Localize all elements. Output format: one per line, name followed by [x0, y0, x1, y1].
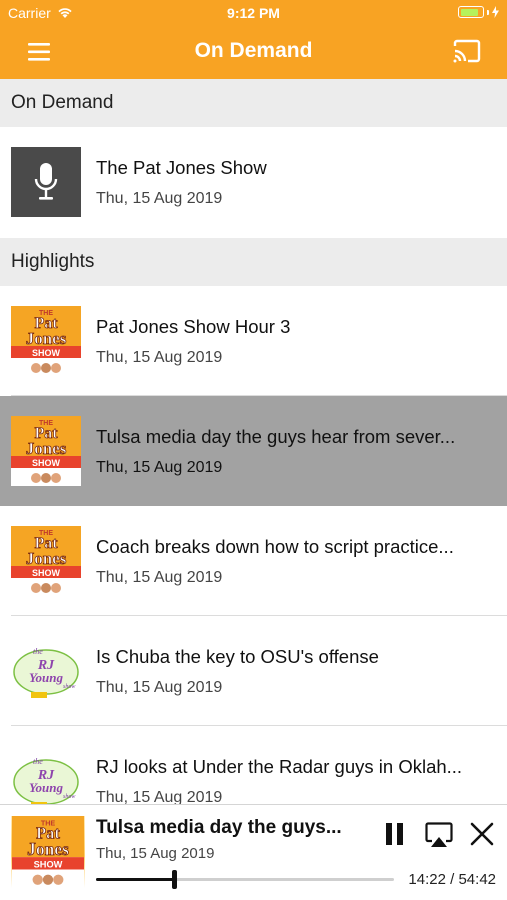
mini-player[interactable]: THE Pat Jones SHOW Tulsa media day the guys… — [0, 804, 507, 900]
svg-text:SHOW: SHOW — [32, 348, 61, 358]
cast-icon — [453, 39, 481, 63]
svg-text:Jones: Jones — [26, 549, 67, 568]
player-time: 14:22 / 54:42 — [408, 871, 496, 888]
pat-jones-show-thumbnail: THE Pat Jones SHOW — [11, 416, 81, 486]
item-title: Coach breaks down how to script practice… — [96, 536, 454, 557]
battery-icon — [458, 6, 499, 18]
progress-handle[interactable] — [172, 870, 178, 889]
cast-button[interactable] — [451, 38, 483, 66]
battery-fill — [460, 8, 479, 16]
progress-slider[interactable] — [96, 870, 394, 889]
close-icon — [470, 822, 494, 846]
svg-text:Young: Young — [29, 780, 63, 795]
svg-text:show: show — [63, 794, 75, 800]
item-title: Pat Jones Show Hour 3 — [96, 316, 291, 337]
status-bar: Carrier 9:12 PM — [0, 0, 507, 26]
pause-button[interactable] — [383, 821, 407, 847]
section-title: Highlights — [11, 251, 95, 272]
section-title: On Demand — [11, 92, 114, 113]
player-date: Thu, 15 Aug 2019 — [96, 845, 215, 862]
section-header-on-demand: On Demand — [0, 79, 507, 127]
rj-young-show-thumbnail: the RJ Young show — [11, 636, 81, 706]
charging-bolt-icon — [492, 6, 499, 18]
svg-text:Jones: Jones — [27, 839, 69, 859]
svg-text:SHOW: SHOW — [32, 568, 61, 578]
airplay-icon — [425, 822, 453, 847]
section-header-highlights: Highlights — [0, 238, 507, 286]
svg-text:SHOW: SHOW — [32, 458, 61, 468]
player-title: Tulsa media day the guys... — [96, 817, 342, 838]
microphone-icon — [34, 163, 58, 200]
item-title: RJ looks at Under the Radar guys in Okla… — [96, 756, 463, 777]
navigation-bar: On Demand — [0, 26, 507, 79]
item-date: Thu, 15 Aug 2019 — [96, 349, 223, 366]
list-item[interactable]: The Pat Jones Show Thu, 15 Aug 2019 — [0, 127, 507, 238]
close-player-button[interactable] — [470, 822, 494, 846]
status-time: 9:12 PM — [227, 5, 280, 21]
item-title: Is Chuba the key to OSU's offense — [96, 646, 379, 667]
item-date: Thu, 15 Aug 2019 — [96, 679, 223, 696]
item-title: The Pat Jones Show — [96, 157, 267, 178]
svg-text:Young: Young — [29, 670, 63, 685]
pat-jones-show-thumbnail: THE Pat Jones SHOW — [11, 306, 81, 376]
airplay-button[interactable] — [424, 821, 454, 849]
progress-fill — [96, 878, 175, 881]
svg-text:the: the — [33, 647, 43, 656]
svg-text:SHOW: SHOW — [34, 859, 63, 869]
item-date: Thu, 15 Aug 2019 — [96, 190, 223, 207]
list-item[interactable]: THE Pat Jones SHOW Pat Jones Show Hour 3 Th… — [0, 286, 507, 396]
svg-text:show: show — [63, 684, 75, 690]
svg-text:Jones: Jones — [26, 329, 67, 348]
pause-icon — [386, 823, 403, 845]
pat-jones-show-thumbnail: THE Pat Jones SHOW — [11, 816, 85, 888]
item-date: Thu, 15 Aug 2019 — [96, 459, 223, 476]
item-title: Tulsa media day the guys hear from sever… — [96, 426, 456, 447]
microphone-thumbnail — [11, 147, 81, 217]
item-date: Thu, 15 Aug 2019 — [96, 569, 223, 586]
svg-text:Jones: Jones — [26, 439, 67, 458]
list-item[interactable]: the RJ Young show Is Chuba the key to OSU's… — [0, 616, 507, 726]
svg-text:the: the — [33, 757, 43, 766]
list-item-selected[interactable]: THE Pat Jones SHOW Tulsa media day the guys… — [0, 396, 507, 506]
page-title: On Demand — [194, 39, 313, 62]
pat-jones-show-thumbnail: THE Pat Jones SHOW — [11, 526, 81, 596]
list-item[interactable]: THE Pat Jones SHOW Coach breaks down how to… — [0, 506, 507, 616]
